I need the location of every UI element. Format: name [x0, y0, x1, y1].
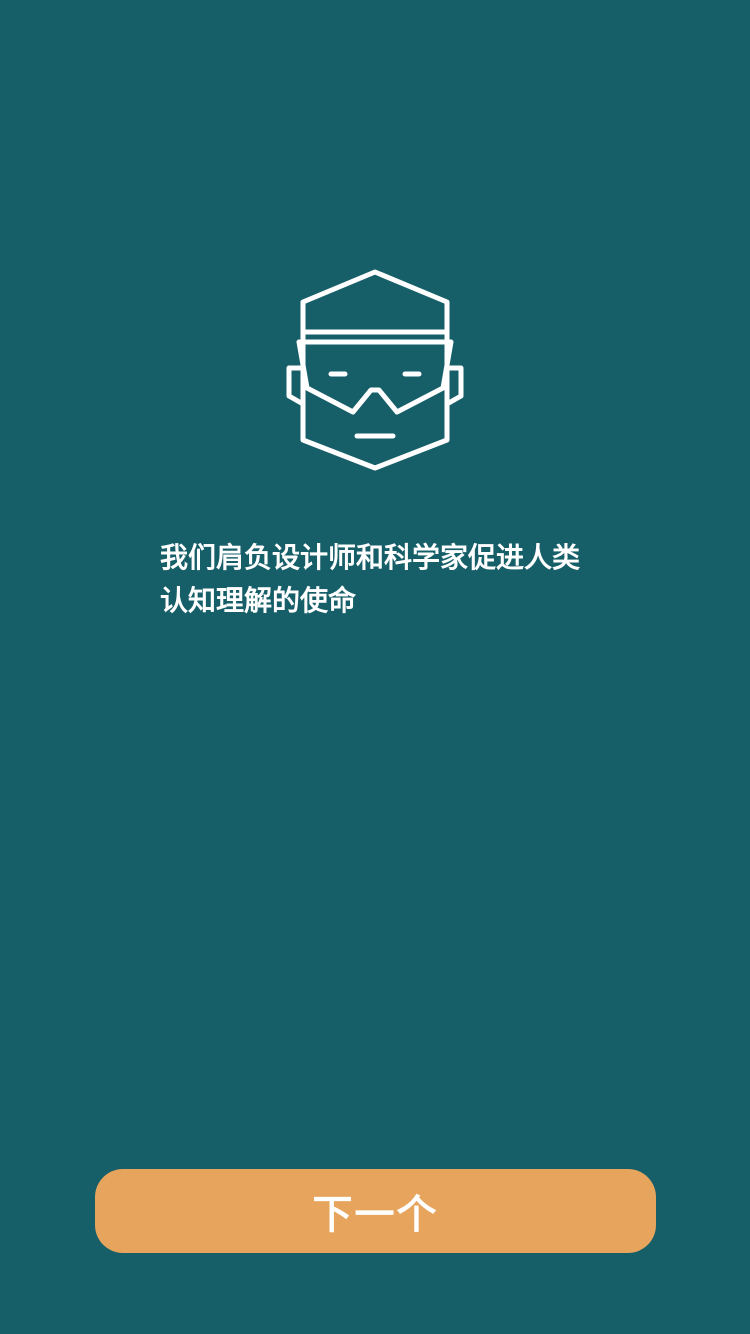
onboarding-screen: 我们肩负设计师和科学家促进人类认知理解的使命 下一个: [0, 0, 750, 1334]
robot-face-icon: [283, 268, 467, 474]
mission-statement: 我们肩负设计师和科学家促进人类认知理解的使命: [160, 541, 581, 617]
next-button[interactable]: 下一个: [95, 1169, 656, 1253]
